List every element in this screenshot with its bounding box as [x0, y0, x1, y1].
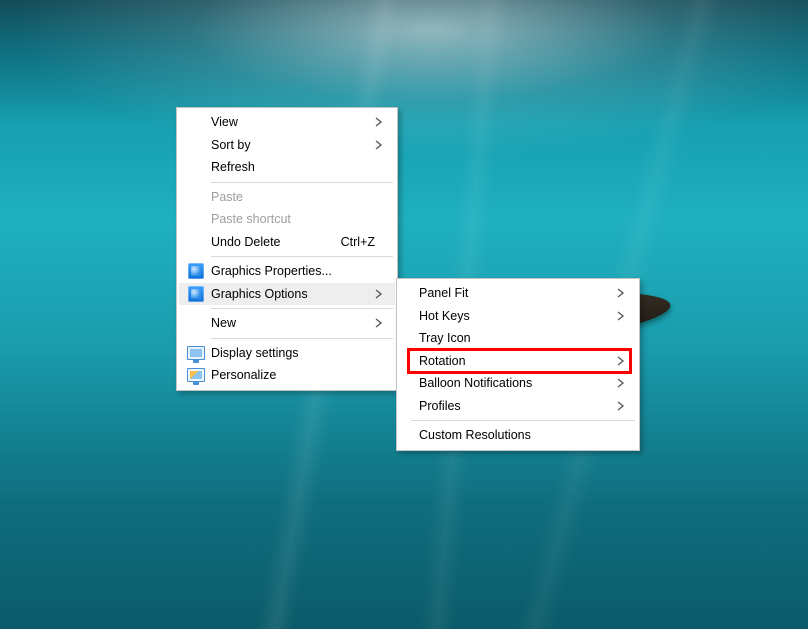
personalize-icon — [185, 366, 207, 384]
menu-item-graphics-options[interactable]: Graphics Options — [179, 283, 395, 306]
menu-item-label: Graphics Properties... — [211, 264, 375, 278]
submenu-item-rotation[interactable]: Rotation — [399, 350, 637, 373]
menu-item-display-settings[interactable]: Display settings — [179, 342, 395, 365]
blank-icon — [405, 426, 415, 444]
blank-icon — [405, 307, 415, 325]
blank-icon — [185, 188, 207, 206]
chevron-right-icon — [375, 140, 389, 150]
menu-item-refresh[interactable]: Refresh — [179, 156, 395, 179]
menu-item-label: Display settings — [211, 346, 375, 360]
menu-item-label: Personalize — [211, 368, 375, 382]
chevron-right-icon — [617, 378, 631, 388]
chevron-right-icon — [617, 356, 631, 366]
submenu-item-custom-resolutions[interactable]: Custom Resolutions — [399, 424, 637, 447]
display-settings-icon — [185, 344, 207, 362]
blank-icon — [185, 113, 207, 131]
blank-icon — [405, 284, 415, 302]
chevron-right-icon — [375, 289, 389, 299]
menu-item-label: Undo Delete — [211, 235, 333, 249]
chevron-right-icon — [375, 318, 389, 328]
chevron-right-icon — [617, 288, 631, 298]
menu-item-label: Sort by — [211, 138, 375, 152]
menu-item-label: Rotation — [419, 354, 617, 368]
menu-item-label: Paste — [211, 190, 375, 204]
menu-item-label: Refresh — [211, 160, 375, 174]
menu-item-paste: Paste — [179, 186, 395, 209]
menu-item-new[interactable]: New — [179, 312, 395, 335]
intel-graphics-icon — [185, 262, 207, 280]
menu-item-label: Hot Keys — [419, 309, 617, 323]
submenu-item-tray-icon[interactable]: Tray Icon — [399, 327, 637, 350]
blank-icon — [405, 374, 415, 392]
menu-item-undo-delete[interactable]: Undo Delete Ctrl+Z — [179, 231, 395, 254]
menu-item-label: Balloon Notifications — [419, 376, 617, 390]
blank-icon — [185, 136, 207, 154]
menu-item-label: View — [211, 115, 375, 129]
menu-item-view[interactable]: View — [179, 111, 395, 134]
chevron-right-icon — [617, 311, 631, 321]
intel-graphics-icon — [185, 285, 207, 303]
menu-item-graphics-properties[interactable]: Graphics Properties... — [179, 260, 395, 283]
blank-icon — [185, 314, 207, 332]
menu-item-paste-shortcut: Paste shortcut — [179, 208, 395, 231]
blank-icon — [185, 210, 207, 228]
chevron-right-icon — [375, 117, 389, 127]
menu-shortcut-text: Ctrl+Z — [341, 235, 375, 249]
menu-item-sort-by[interactable]: Sort by — [179, 134, 395, 157]
menu-item-label: New — [211, 316, 375, 330]
blank-icon — [405, 397, 415, 415]
blank-icon — [405, 329, 415, 347]
water-surface-glow — [0, 0, 808, 220]
menu-item-label: Graphics Options — [211, 287, 375, 301]
blank-icon — [185, 233, 207, 251]
menu-separator — [411, 420, 635, 421]
submenu-item-profiles[interactable]: Profiles — [399, 395, 637, 418]
blank-icon — [185, 158, 207, 176]
graphics-options-submenu: Panel Fit Hot Keys Tray Icon Rotation Ba… — [396, 278, 640, 451]
menu-separator — [211, 338, 393, 339]
desktop-context-menu: View Sort by Refresh Paste Paste shortcu… — [176, 107, 398, 391]
blank-icon — [405, 352, 415, 370]
submenu-item-panel-fit[interactable]: Panel Fit — [399, 282, 637, 305]
menu-item-personalize[interactable]: Personalize — [179, 364, 395, 387]
menu-item-label: Paste shortcut — [211, 212, 375, 226]
menu-item-label: Custom Resolutions — [419, 428, 617, 442]
menu-item-label: Profiles — [419, 399, 617, 413]
submenu-item-balloon-notifications[interactable]: Balloon Notifications — [399, 372, 637, 395]
menu-separator — [211, 182, 393, 183]
menu-item-label: Panel Fit — [419, 286, 617, 300]
submenu-item-hot-keys[interactable]: Hot Keys — [399, 305, 637, 328]
menu-separator — [211, 256, 393, 257]
menu-item-label: Tray Icon — [419, 331, 617, 345]
chevron-right-icon — [617, 401, 631, 411]
menu-separator — [211, 308, 393, 309]
